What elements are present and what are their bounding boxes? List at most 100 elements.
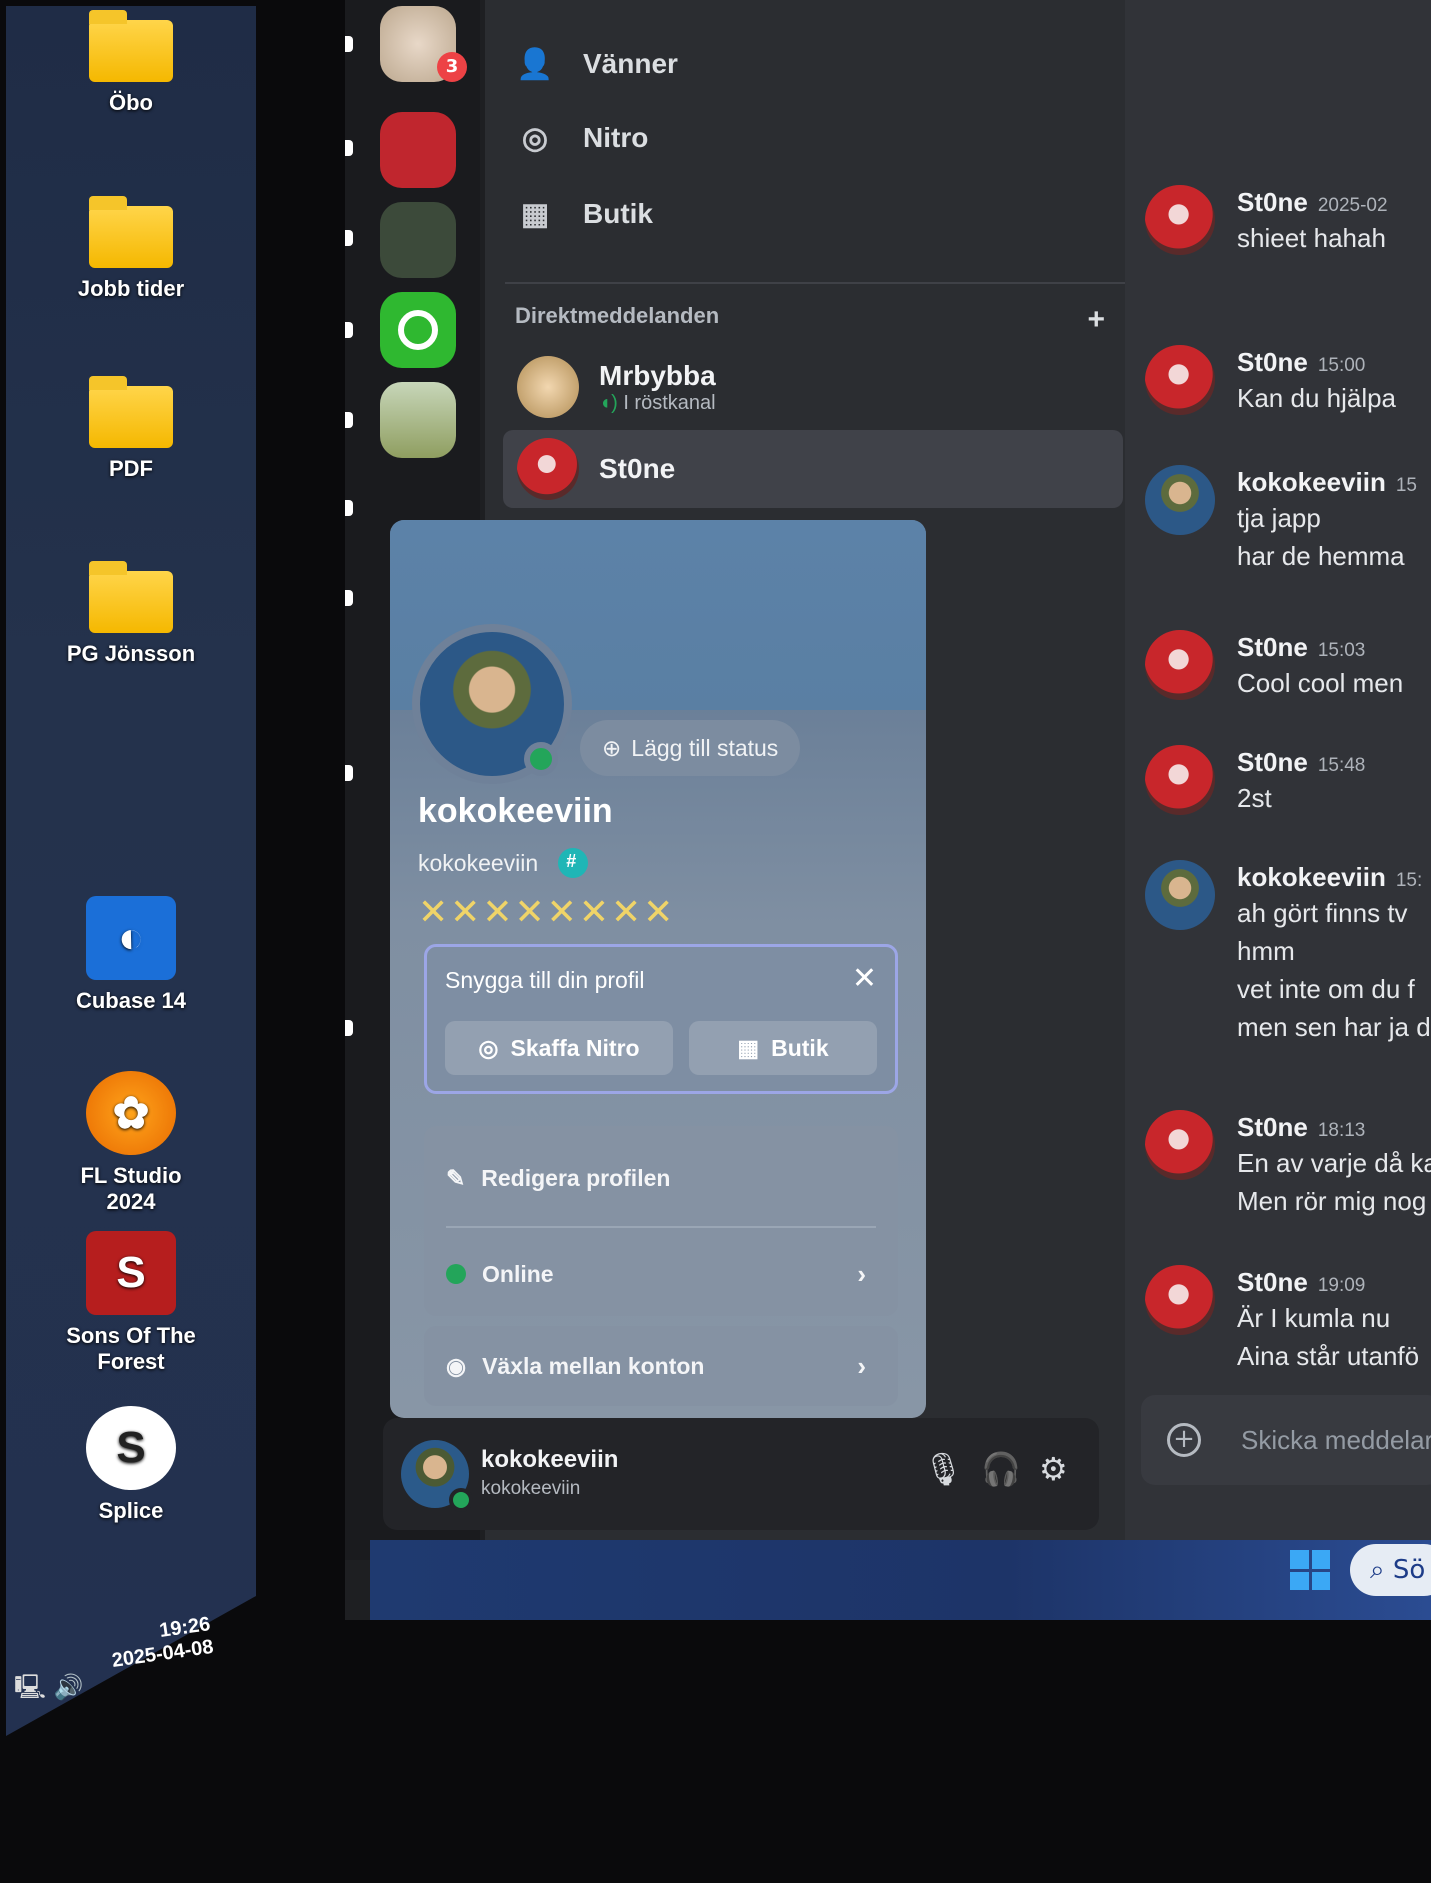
microphone-icon[interactable]: 🎙: [923, 1450, 964, 1488]
server-indicator: [345, 322, 353, 338]
profile-display-name: kokokeeviin: [418, 792, 613, 830]
message-author[interactable]: St0ne: [1237, 187, 1308, 217]
message-header: St0ne 15:03: [1237, 632, 1365, 663]
message-author[interactable]: St0ne: [1237, 747, 1308, 777]
message-author[interactable]: kokokeeviin: [1237, 862, 1386, 892]
message-avatar[interactable]: [1145, 630, 1215, 700]
message-avatar[interactable]: [1145, 860, 1215, 930]
message-author[interactable]: St0ne: [1237, 1267, 1308, 1297]
desktop-icon-jobb-tider[interactable]: Jobb tider: [6, 196, 256, 302]
server-indicator: [345, 590, 353, 606]
message-time: 18:13: [1317, 1120, 1366, 1141]
folder-icon: [89, 376, 173, 448]
message-input[interactable]: Skicka meddelar: [1241, 1425, 1431, 1456]
user-panel: kokokeeviin kokokeeviin 🎙 🎧 ⚙: [383, 1418, 1099, 1530]
dm-item-stone[interactable]: St0ne: [503, 430, 1123, 508]
folder-icon: [89, 561, 173, 633]
server-game-chill-icon[interactable]: [380, 112, 456, 188]
message-text: tja japp: [1237, 503, 1321, 533]
message-text: En av varje då ka: [1237, 1148, 1431, 1178]
message-author[interactable]: St0ne: [1237, 347, 1308, 377]
message-header: kokokeeviin 15: [1237, 467, 1417, 498]
headphones-icon[interactable]: 🎧: [981, 1450, 1021, 1488]
message-header: kokokeeviin 15:: [1237, 862, 1422, 893]
message-composer[interactable]: + Skicka meddelar: [1141, 1395, 1431, 1485]
photo-frame: Öbo Jobb tider PDF PG Jönsson ◐ Cubase 1…: [0, 0, 1431, 1883]
tray-network-volume-icon[interactable]: 🖳 🔊: [14, 1670, 84, 1711]
message-text: Är I kumla nu: [1237, 1303, 1391, 1333]
add-dm-button[interactable]: +: [1087, 303, 1105, 337]
shop-button[interactable]: ▦ Butik: [689, 1021, 877, 1075]
message-text: 2st: [1237, 783, 1272, 813]
get-nitro-button[interactable]: ◎ Skaffa Nitro: [445, 1021, 673, 1075]
nav-shop[interactable]: ▦ Butik: [515, 186, 653, 242]
close-icon[interactable]: ✕: [852, 961, 877, 996]
desktop-icon-fl-studio[interactable]: ✿ FL Studio 2024: [6, 1071, 256, 1215]
gear-icon[interactable]: ⚙: [1039, 1450, 1068, 1488]
message-header: St0ne 19:09: [1237, 1267, 1365, 1298]
switch-accounts-item[interactable]: ◉ Växla mellan konton ›: [446, 1336, 876, 1396]
chat-panel: St0ne 2025-02 shieet hahah St0ne 15:00 Kan du…: [1125, 0, 1431, 1560]
xbox-icon[interactable]: [380, 292, 456, 368]
desktop-icon-pdf[interactable]: PDF: [6, 376, 256, 482]
desktop-icon-pg-jonsson[interactable]: PG Jönsson: [6, 561, 256, 667]
cubase-icon: ◐: [86, 896, 176, 980]
server-5-icon[interactable]: [380, 382, 456, 458]
message-avatar[interactable]: [1145, 185, 1215, 255]
message-avatar[interactable]: [1145, 1110, 1215, 1180]
desktop-icon-cubase[interactable]: ◐ Cubase 14: [6, 896, 256, 1014]
plus-circle-icon: ⊕: [602, 734, 622, 761]
voice-icon: ◖): [599, 391, 618, 414]
desktop-icon-splice[interactable]: S Splice: [6, 1406, 256, 1524]
online-status-dot: [449, 1488, 473, 1512]
game-icon: S: [86, 1231, 176, 1315]
server-indicator: [345, 140, 353, 156]
profile-popout: ⊕ Lägg till status kokokeeviin kokokeevi…: [390, 520, 926, 1418]
message-avatar[interactable]: [1145, 465, 1215, 535]
taskbar-search[interactable]: ⌕ Sö: [1350, 1544, 1431, 1596]
message-text: shieet hahah: [1237, 223, 1386, 253]
message-text: ah gört finns tv: [1237, 898, 1408, 928]
message-text: hmm: [1237, 936, 1295, 966]
dm-item-mrbybba[interactable]: Mrbybba ◖) I röstkanal: [503, 348, 1123, 426]
search-icon: ⌕: [1370, 1555, 1385, 1585]
status-online-item[interactable]: Online ›: [446, 1244, 876, 1304]
message-time: 19:09: [1317, 1275, 1366, 1296]
message-time: 15: [1395, 475, 1417, 496]
nitro-icon: ◎: [478, 1034, 499, 1061]
account-icon: ◉: [446, 1352, 467, 1379]
friends-icon: 👤: [516, 47, 554, 81]
windows-start-icon[interactable]: [1290, 1550, 1330, 1590]
message-avatar[interactable]: [1145, 1265, 1215, 1335]
server-indicator: [345, 500, 353, 516]
message-author[interactable]: St0ne: [1237, 632, 1308, 662]
online-dot-icon: [446, 1264, 466, 1284]
message-author[interactable]: kokokeeviin: [1237, 467, 1386, 497]
shop-icon: ▦: [520, 197, 550, 231]
message-time: 15:48: [1317, 755, 1366, 776]
message-time: 15:00: [1317, 355, 1366, 376]
profile-promo-card: Snygga till din profil ✕ ◎ Skaffa Nitro …: [424, 944, 898, 1094]
message-text: har de hemma: [1237, 541, 1405, 571]
message-author[interactable]: St0ne: [1237, 1112, 1308, 1142]
message-text: Aina står utanfö: [1237, 1341, 1420, 1371]
dm-header: Direktmeddelanden +: [515, 303, 1105, 337]
avatar: [517, 438, 579, 500]
folder-icon: [89, 196, 173, 268]
folder-icon: [89, 10, 173, 82]
divider: [446, 1226, 876, 1228]
server-indicator: [345, 36, 353, 52]
attach-plus-icon[interactable]: +: [1167, 1423, 1201, 1457]
message-avatar[interactable]: [1145, 745, 1215, 815]
message-text: vet inte om du f: [1237, 974, 1415, 1004]
nav-friends[interactable]: 👤 Vänner: [515, 36, 678, 92]
message-avatar[interactable]: [1145, 345, 1215, 415]
profile-username: kokokeeviin: [418, 848, 589, 878]
edit-profile-item[interactable]: ✎ Redigera profilen: [446, 1148, 876, 1208]
server-indicator: [345, 765, 353, 781]
add-status-button[interactable]: ⊕ Lägg till status: [580, 720, 801, 776]
nav-nitro[interactable]: ◎ Nitro: [515, 110, 648, 166]
desktop-icon-obo[interactable]: Öbo: [6, 10, 256, 116]
desktop-icon-sons-of-the-forest[interactable]: S Sons Of The Forest: [6, 1231, 256, 1375]
server-3-icon[interactable]: [380, 202, 456, 278]
